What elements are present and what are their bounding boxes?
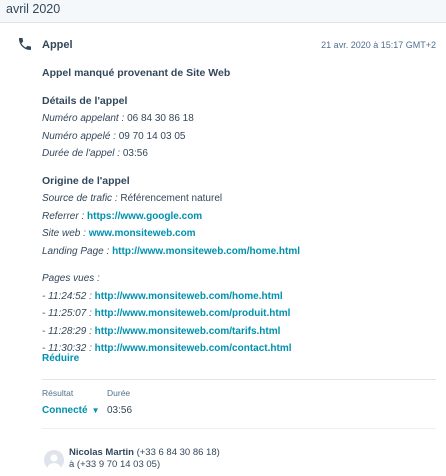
referrer-row: Referrer : https://www.google.com bbox=[42, 208, 437, 226]
page-view-time: - 11:24:52 : bbox=[42, 290, 92, 302]
traffic-source-label: Source de trafic : bbox=[42, 193, 118, 204]
divider bbox=[42, 379, 436, 380]
page-view-item: - 11:25:07 : http://www.monsiteweb.com/p… bbox=[42, 305, 437, 323]
landing-page-row: Landing Page : http://www.monsiteweb.com… bbox=[42, 243, 437, 261]
user-silhouette-icon bbox=[47, 454, 61, 470]
website-label: Site web : bbox=[42, 228, 86, 239]
phone-icon bbox=[19, 38, 31, 50]
website-link[interactable]: www.monsiteweb.com bbox=[89, 228, 196, 239]
page-view-link[interactable]: http://www.monsiteweb.com/tarifs.html bbox=[95, 326, 281, 337]
call-outcome-value: Connecté bbox=[42, 405, 88, 416]
origin-title: Origine de l'appel bbox=[42, 174, 130, 187]
avatar bbox=[44, 450, 64, 470]
page-view-item: - 11:30:32 : http://www.monsiteweb.com/c… bbox=[42, 340, 437, 358]
caller-number-row: Numéro appelant : 06 84 30 86 18 bbox=[42, 110, 437, 128]
call-headline: Appel manqué provenant de Site Web bbox=[42, 67, 231, 79]
page-view-link[interactable]: http://www.monsiteweb.com/contact.html bbox=[95, 343, 292, 354]
participant-from-number: (+33 6 84 30 86 18) bbox=[136, 447, 220, 458]
duration-value: 03:56 bbox=[107, 405, 133, 416]
collapse-button[interactable]: Réduire bbox=[42, 353, 79, 364]
participant-name[interactable]: Nicolas Martin bbox=[69, 447, 134, 458]
website-row: Site web : www.monsiteweb.com bbox=[42, 225, 437, 243]
duration-label: Durée bbox=[107, 388, 131, 398]
caret-down-icon: ▼ bbox=[91, 406, 100, 415]
referrer-label: Referrer : bbox=[42, 210, 85, 222]
page-view-link[interactable]: http://www.monsiteweb.com/produit.html bbox=[95, 308, 291, 319]
details-title: Détails de l'appel bbox=[42, 94, 128, 107]
page-view-item: - 11:28:29 : http://www.monsiteweb.com/t… bbox=[42, 323, 437, 341]
page-view-time: - 11:25:07 : bbox=[42, 308, 92, 319]
activity-date: 21 avr. 2020 à 15:17 GMT+2 bbox=[321, 40, 436, 50]
pages-viewed-title: Pages vues : bbox=[42, 273, 100, 284]
page-view-item: - 11:24:52 : http://www.monsiteweb.com/h… bbox=[42, 288, 437, 306]
activity-type[interactable]: Appel bbox=[42, 39, 73, 51]
called-number-value: 09 70 14 03 05 bbox=[118, 130, 186, 142]
call-duration-value: 03:56 bbox=[122, 148, 148, 159]
participant-line: Nicolas Martin (+33 6 84 30 86 18) bbox=[69, 447, 220, 459]
referrer-link[interactable]: https://www.google.com bbox=[87, 211, 202, 222]
call-activity-card: Appel 21 avr. 2020 à 15:17 GMT+2 Appel m… bbox=[0, 22, 446, 476]
participant-to-number: à (+33 9 70 14 03 05) bbox=[69, 459, 161, 470]
called-number-label: Numéro appelé : bbox=[42, 130, 116, 142]
landing-page-label: Landing Page : bbox=[42, 245, 110, 257]
call-outcome-dropdown[interactable]: Connecté ▼ bbox=[42, 405, 99, 416]
call-duration-label: Durée de l'appel : bbox=[42, 148, 121, 159]
caller-number-label: Numéro appelant : bbox=[42, 113, 125, 124]
activity-body: Appel manqué provenant de Site Web Détai… bbox=[42, 63, 437, 358]
caller-number-value: 06 84 30 86 18 bbox=[127, 113, 194, 124]
participant-info: Nicolas Martin (+33 6 84 30 86 18) à (+3… bbox=[69, 447, 220, 471]
month-header: avril 2020 bbox=[6, 2, 61, 16]
traffic-source-value: Référencement naturel bbox=[120, 193, 223, 204]
result-label: Résultat bbox=[42, 388, 74, 398]
traffic-source-row: Source de trafic : Référencement naturel bbox=[42, 190, 437, 208]
divider bbox=[42, 428, 436, 429]
called-number-row: Numéro appelé : 09 70 14 03 05 bbox=[42, 128, 437, 146]
page-view-time: - 11:28:29 : bbox=[42, 325, 92, 337]
call-duration-row: Durée de l'appel : 03:56 bbox=[42, 145, 437, 163]
page-view-link[interactable]: http://www.monsiteweb.com/home.html bbox=[95, 291, 283, 302]
landing-page-link[interactable]: http://www.monsiteweb.com/home.html bbox=[112, 246, 300, 257]
